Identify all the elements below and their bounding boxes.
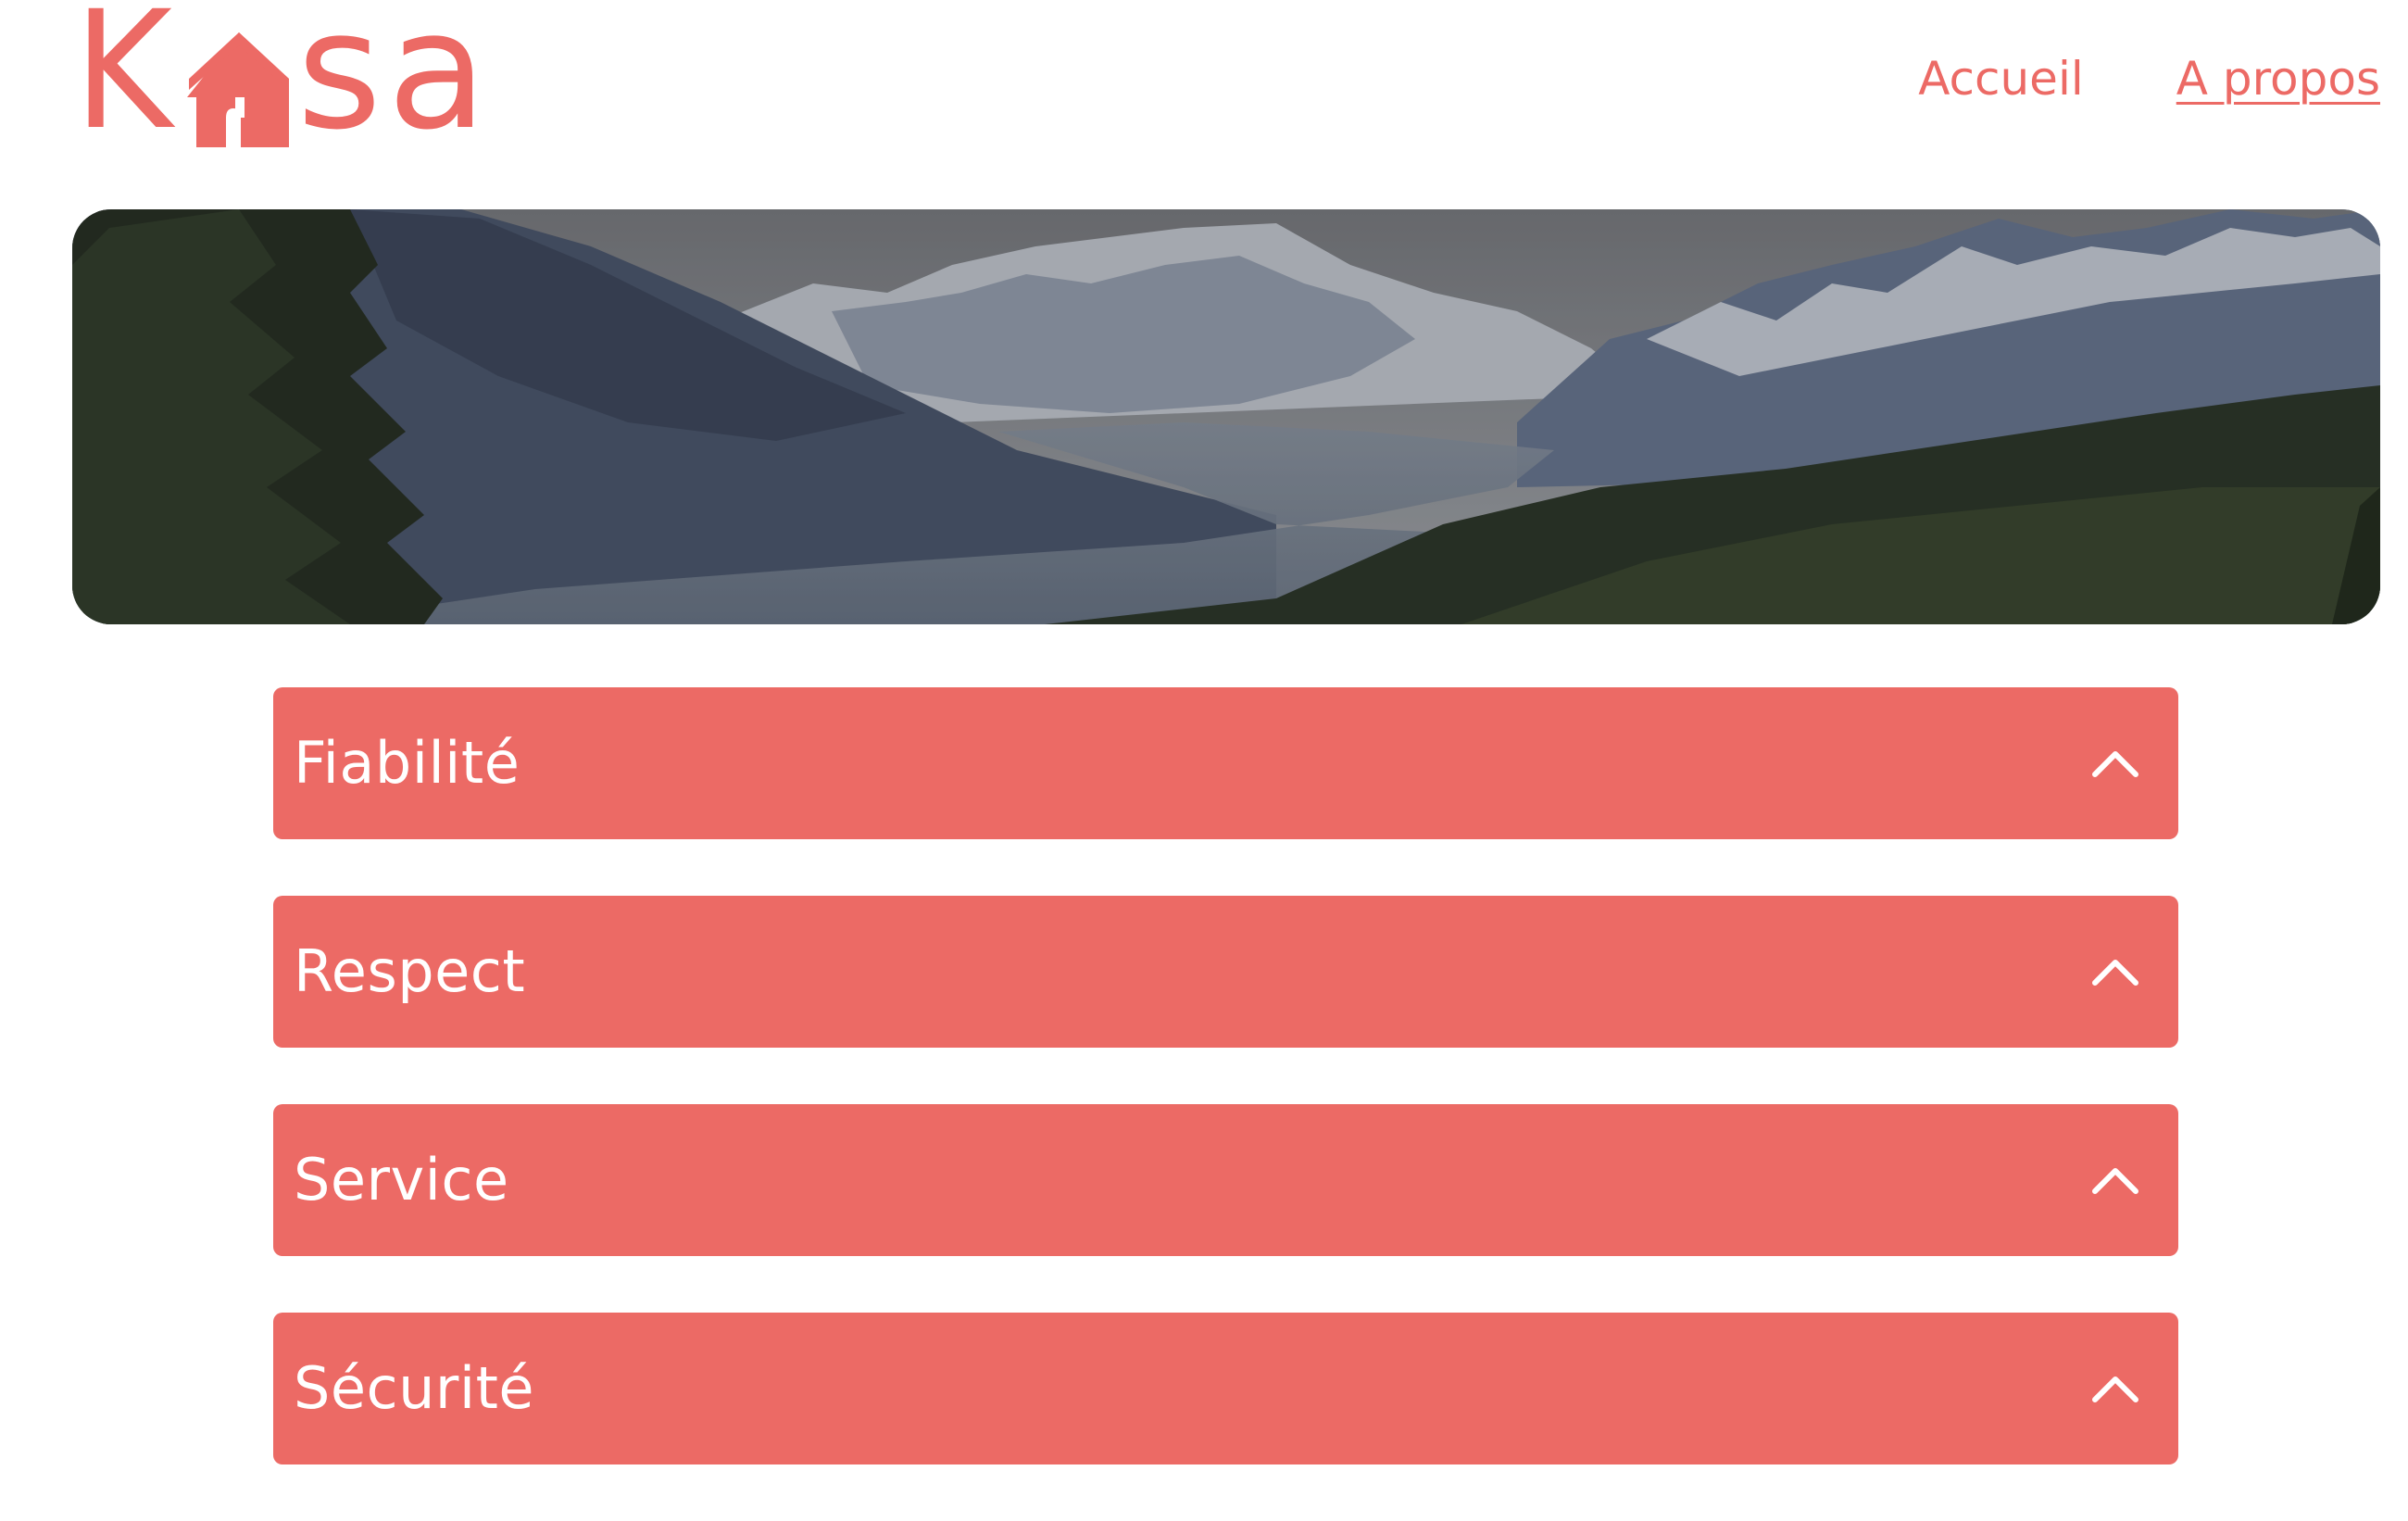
- values-accordion: Fiabilité Respect Service Sécurité: [273, 687, 2178, 1521]
- chevron-up-icon[interactable]: [2089, 1163, 2141, 1197]
- accordion-title: Fiabilité: [294, 729, 520, 797]
- kasa-logo[interactable]: K sa: [69, 0, 493, 155]
- mountain-landscape-illustration: [72, 209, 2380, 624]
- accordion-title: Respect: [294, 937, 526, 1005]
- house-icon: [183, 25, 295, 155]
- accordion-item-service[interactable]: Service: [273, 1104, 2178, 1256]
- accordion-item-securite[interactable]: Sécurité: [273, 1313, 2178, 1464]
- accordion-item-fiabilite[interactable]: Fiabilité: [273, 687, 2178, 839]
- accordion-title: Service: [294, 1146, 509, 1213]
- main-nav: Accueil A propos: [1918, 51, 2380, 107]
- chevron-up-icon[interactable]: [2089, 955, 2141, 988]
- chevron-up-icon[interactable]: [2089, 747, 2141, 780]
- about-banner-image: [72, 209, 2380, 624]
- logo-letter-k: K: [73, 0, 176, 166]
- site-header: K sa Accueil A propos: [0, 0, 2408, 185]
- nav-link-accueil[interactable]: Accueil: [1918, 51, 2084, 107]
- accordion-item-respect[interactable]: Respect: [273, 896, 2178, 1048]
- logo-letters-sa: sa: [296, 0, 493, 166]
- accordion-title: Sécurité: [294, 1354, 535, 1422]
- nav-link-a-propos[interactable]: A propos: [2176, 51, 2380, 107]
- chevron-up-icon[interactable]: [2089, 1372, 2141, 1405]
